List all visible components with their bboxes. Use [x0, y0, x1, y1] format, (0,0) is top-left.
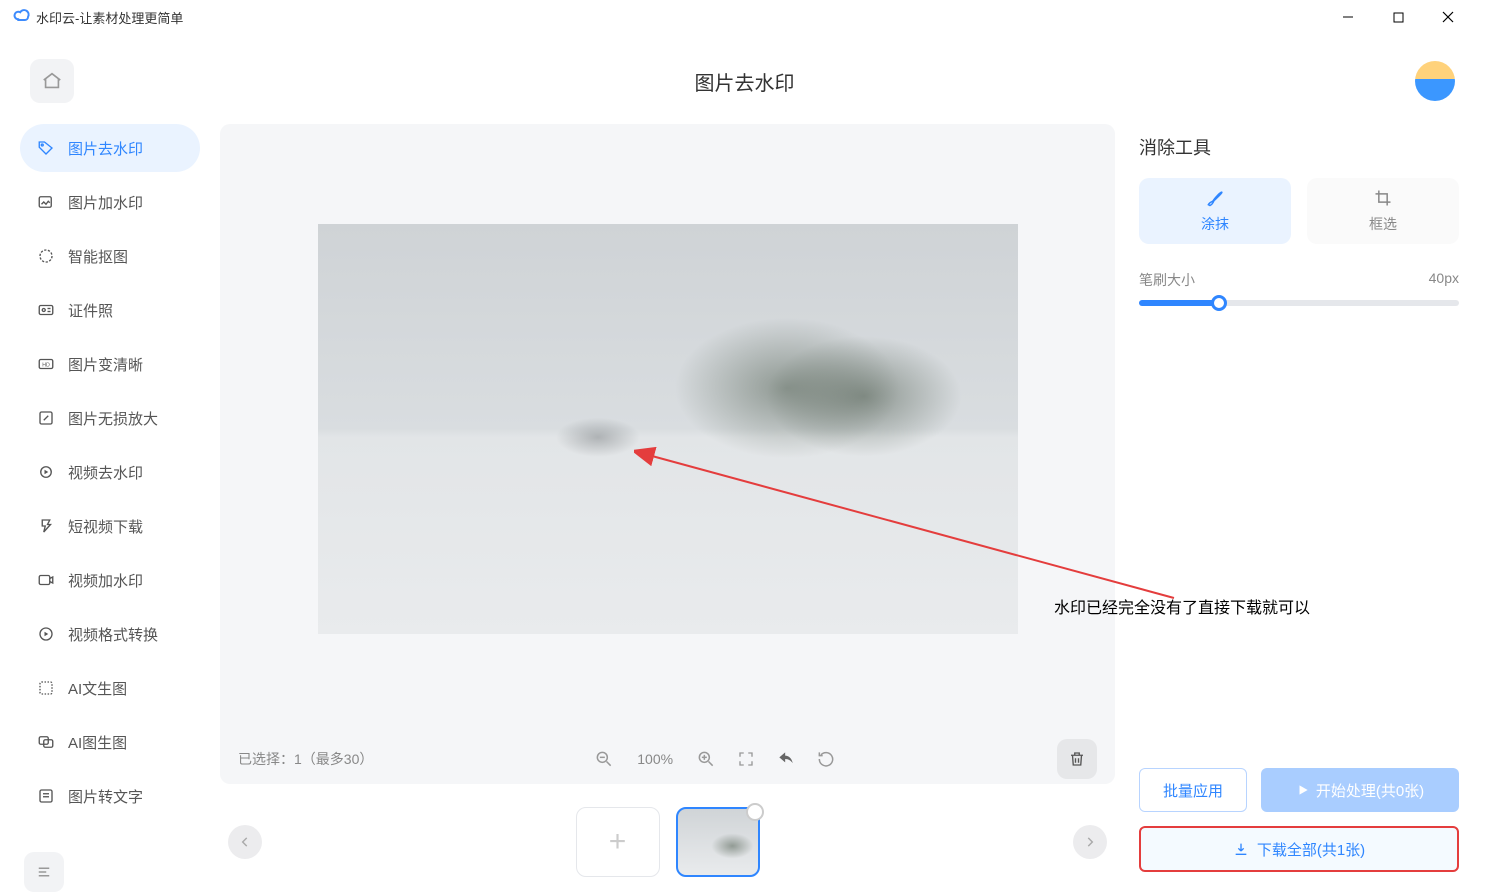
video-plus-icon	[36, 570, 56, 590]
sidebar-item-label: 短视频下载	[68, 516, 143, 537]
image-plus-icon	[36, 192, 56, 212]
sidebar-item-add-watermark[interactable]: 图片加水印	[20, 178, 200, 226]
sidebar-item-label: 视频格式转换	[68, 624, 158, 645]
sidebar-item-img2img[interactable]: AI图生图	[20, 718, 200, 766]
sidebar-item-text2img[interactable]: AI文生图	[20, 664, 200, 712]
header-row: 图片去水印	[0, 34, 1485, 124]
sidebar-collapse-button[interactable]	[24, 852, 64, 892]
sidebar-item-enhance[interactable]: HD 图片变清晰	[20, 340, 200, 388]
sidebar-item-label: 智能抠图	[68, 246, 128, 267]
download-all-button[interactable]: 下载全部(共1张)	[1139, 826, 1459, 872]
sidebar-item-label: 视频去水印	[68, 462, 143, 483]
sidebar-item-label: 图片转文字	[68, 786, 143, 807]
sidebar-item-label: 视频加水印	[68, 570, 143, 591]
sidebar-item-label: AI文生图	[68, 678, 127, 699]
page-title: 图片去水印	[74, 67, 1415, 96]
convert-icon	[36, 624, 56, 644]
action-buttons: 批量应用 开始处理(共0张) 下载全部(共1张)	[1139, 768, 1459, 872]
sidebar-item-cutout[interactable]: 智能抠图	[20, 232, 200, 280]
center-panel: 已选择：1（最多30） 100% +	[210, 124, 1125, 892]
selection-count: 已选择：1（最多30）	[238, 749, 373, 769]
sidebar-item-label: 图片无损放大	[68, 408, 158, 429]
brush-size-row: 笔刷大小 40px	[1139, 270, 1459, 290]
reset-button[interactable]	[815, 748, 837, 770]
sidebar-item-upscale[interactable]: 图片无损放大	[20, 394, 200, 442]
annotation-text: 水印已经完全没有了直接下载就可以	[1054, 594, 1310, 618]
expand-icon	[36, 408, 56, 428]
scissors-icon	[36, 246, 56, 266]
canvas-area: 已选择：1（最多30） 100%	[220, 124, 1115, 784]
window-controls	[1323, 0, 1473, 34]
sidebar-item-id-photo[interactable]: 证件照	[20, 286, 200, 334]
sidebar-item-video-add-wm[interactable]: 视频加水印	[20, 556, 200, 604]
ocr-icon	[36, 786, 56, 806]
tab-rect[interactable]: 框选	[1307, 178, 1459, 244]
tab-brush-label: 涂抹	[1201, 214, 1229, 234]
titlebar: 水印云-让素材处理更简单	[0, 0, 1485, 34]
slider-handle[interactable]	[1211, 295, 1227, 311]
thumb-item[interactable]	[676, 807, 760, 877]
canvas-toolbar: 已选择：1（最多30） 100%	[220, 734, 1115, 784]
brush-size-label: 笔刷大小	[1139, 270, 1195, 290]
fullscreen-button[interactable]	[735, 748, 757, 770]
sidebar: 图片去水印 图片加水印 智能抠图 证件照 HD 图片变清晰 图片无损放大 视频去…	[20, 124, 210, 892]
thumb-next-button[interactable]	[1073, 825, 1107, 859]
download-all-label: 下载全部(共1张)	[1257, 839, 1365, 860]
video-erase-icon	[36, 462, 56, 482]
thumb-checkbox[interactable]	[746, 803, 764, 821]
app-title: 水印云-让素材处理更简单	[36, 8, 183, 27]
hd-icon: HD	[36, 354, 56, 374]
sidebar-item-label: 证件照	[68, 300, 113, 321]
svg-text:HD: HD	[42, 362, 50, 368]
batch-apply-label: 批量应用	[1163, 780, 1223, 801]
brush-icon	[1205, 188, 1225, 208]
delete-button[interactable]	[1057, 739, 1097, 779]
crop-icon	[1373, 188, 1393, 208]
sidebar-item-label: AI图生图	[68, 732, 127, 753]
tag-icon	[36, 138, 56, 158]
zoom-in-button[interactable]	[695, 748, 717, 770]
window-minimize-button[interactable]	[1323, 0, 1373, 34]
sidebar-item-remove-watermark[interactable]: 图片去水印	[20, 124, 200, 172]
thumb-prev-button[interactable]	[228, 825, 262, 859]
download-icon	[36, 516, 56, 536]
thumbnail-strip: +	[220, 792, 1115, 892]
brush-size-slider[interactable]	[1139, 300, 1459, 306]
window-maximize-button[interactable]	[1373, 0, 1423, 34]
avatar[interactable]	[1415, 61, 1455, 101]
sidebar-item-label: 图片去水印	[68, 138, 143, 159]
zoom-out-button[interactable]	[593, 748, 615, 770]
text-icon	[36, 678, 56, 698]
right-panel-heading: 消除工具	[1139, 134, 1459, 160]
brush-size-value: 40px	[1429, 270, 1459, 290]
undo-button[interactable]	[775, 748, 797, 770]
start-process-label: 开始处理(共0张)	[1316, 780, 1424, 801]
canvas-image-area[interactable]	[220, 124, 1115, 734]
sidebar-item-video-convert[interactable]: 视频格式转换	[20, 610, 200, 658]
home-button[interactable]	[30, 59, 74, 103]
image-image-icon	[36, 732, 56, 752]
thumb-add-button[interactable]: +	[576, 807, 660, 877]
preview-image	[318, 224, 1018, 634]
sidebar-item-video-remove-wm[interactable]: 视频去水印	[20, 448, 200, 496]
right-panel: 消除工具 涂抹 框选 笔刷大小 40px 批量应用	[1125, 124, 1485, 892]
tab-rect-label: 框选	[1369, 214, 1397, 234]
sidebar-item-short-video-dl[interactable]: 短视频下载	[20, 502, 200, 550]
tab-brush[interactable]: 涂抹	[1139, 178, 1291, 244]
batch-apply-button[interactable]: 批量应用	[1139, 768, 1247, 812]
app-logo-icon	[12, 7, 32, 27]
sidebar-item-ocr[interactable]: 图片转文字	[20, 772, 200, 820]
slider-fill	[1139, 300, 1219, 306]
id-card-icon	[36, 300, 56, 320]
sidebar-item-label: 图片变清晰	[68, 354, 143, 375]
start-process-button[interactable]: 开始处理(共0张)	[1261, 768, 1459, 812]
sidebar-item-label: 图片加水印	[68, 192, 143, 213]
window-close-button[interactable]	[1423, 0, 1473, 34]
main-layout: 图片去水印 图片加水印 智能抠图 证件照 HD 图片变清晰 图片无损放大 视频去…	[0, 124, 1485, 892]
tool-mode-tabs: 涂抹 框选	[1139, 178, 1459, 244]
zoom-percent: 100%	[633, 751, 677, 767]
